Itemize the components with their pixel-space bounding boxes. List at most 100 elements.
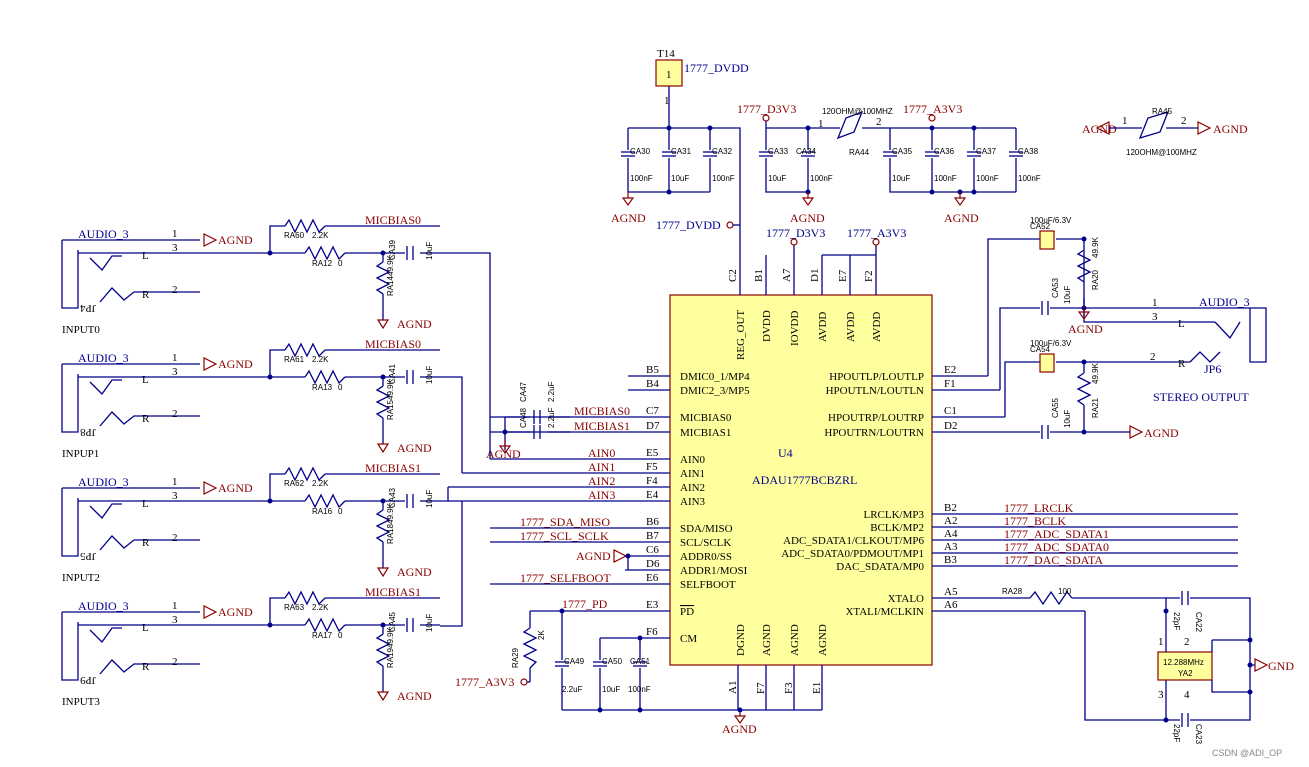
pin-num-b2: B2: [944, 502, 957, 514]
input-load-agnd-label: AGND: [397, 317, 432, 331]
pin-num-a6: A6: [944, 599, 958, 611]
net-label-ain3: AIN3: [588, 488, 615, 502]
cap-val-ca23: 22pF: [1172, 724, 1181, 742]
pin-name-xtali: XTALI/MCLKIN: [845, 606, 924, 618]
pin-name-dmic23: DMIC2_3/MP5: [680, 385, 750, 397]
input-pin-2: 2: [172, 656, 178, 668]
pin-num-f2: F2: [863, 270, 875, 282]
crystal-ref: YA2: [1178, 669, 1193, 678]
net-label-a3v3-ic: 1777_A3V3: [847, 226, 906, 240]
input-micbias-label: MICBIAS1: [365, 585, 421, 599]
crystal-pin-1: 1: [1158, 636, 1164, 648]
input-pin-l: L: [142, 498, 149, 510]
input-pin-2: 2: [172, 408, 178, 420]
cap-ref-ca36: CA36: [934, 147, 955, 156]
cap-ref-ca31: CA31: [671, 147, 692, 156]
cap-ca52: [1039, 230, 1055, 250]
cap-val-ca54: 100uF/6.3V: [1030, 339, 1072, 348]
ra45-pin-2: 2: [1181, 115, 1187, 127]
input-cap-val: 10uF: [425, 490, 434, 508]
ra45-pin-1: 1: [1122, 115, 1128, 127]
pin-num-a5: A5: [944, 586, 958, 598]
agnd-label-out-l: AGND: [1068, 322, 1103, 336]
ic-part: ADAU1777BCBZRL: [752, 473, 857, 487]
output-pin-1: 1: [1152, 297, 1158, 309]
cap-val-ca35: 10uF: [892, 174, 910, 183]
pin-name-pd: PD: [680, 606, 694, 618]
res-val-ra20: 49.9K: [1091, 236, 1100, 258]
input-pin-r: R: [142, 289, 150, 301]
gnd-tie-ra45: AGND AGND RA45 120OHM@100MHZ 1 2: [1082, 107, 1248, 157]
cap-ref-ca50: CA50: [602, 657, 623, 666]
input-pin-r: R: [142, 413, 150, 425]
pin-name-addr1: ADDR1/MOSI: [680, 565, 748, 577]
cap-ref-ca23: CA23: [1194, 724, 1203, 745]
cap-ref-ca37: CA37: [976, 147, 997, 156]
input-load-res-ref: RA18: [386, 523, 395, 544]
net-label-bclk: 1777_BCLK: [1004, 514, 1066, 528]
net-label-a3v3-top: 1777_A3V3: [903, 102, 962, 116]
input-load-res-val: 49.9K: [386, 378, 395, 400]
ic-ref: U4: [778, 446, 793, 460]
pin-name-scl: SCL/SCLK: [680, 537, 731, 549]
cap-val-ca48: 2.2uF: [547, 407, 556, 428]
pin-name-selfboot: SELFBOOT: [680, 579, 736, 591]
cap-val-ca30: 100nF: [630, 174, 653, 183]
pin-num-a7: A7: [781, 268, 793, 282]
pin-num-f4: F4: [646, 475, 658, 487]
pin-name-bclk: BCLK/MP2: [870, 522, 924, 534]
cap-val-ca53: 10uF: [1063, 286, 1072, 304]
agnd-label-addr: AGND: [576, 549, 611, 563]
input-load-res-val: 49.9K: [386, 502, 395, 524]
input-pin-1: 1: [172, 228, 178, 240]
pin-num-e3: E3: [646, 599, 659, 611]
pin-num-c1: C1: [944, 405, 957, 417]
pin-num-d1: D1: [809, 269, 821, 282]
input-load-res-val: 49.9K: [386, 626, 395, 648]
input-agnd-label: AGND: [218, 357, 253, 371]
res-ref-ra29: RA29: [511, 647, 520, 668]
cap-ref-ca48: CA48: [519, 407, 528, 428]
ferrite-ref-ra44: RA44: [849, 148, 870, 157]
pin-num-f3: F3: [783, 682, 795, 694]
cap-ref-ca33: CA33: [768, 147, 789, 156]
pin-name-avdd-3: AVDD: [871, 312, 883, 342]
cap-ref-ca51: CA51: [630, 657, 651, 666]
input-agnd-label: AGND: [218, 481, 253, 495]
pin-num-d7: D7: [646, 420, 660, 432]
output-pin-l: L: [1178, 318, 1185, 330]
res-val-ra21: 49.9K: [1091, 362, 1100, 384]
net-label-ain0: AIN0: [588, 446, 615, 460]
pin-name-hpoutlp: HPOUTLP/LOUTLP: [829, 371, 924, 383]
cap-ca54: [1039, 353, 1055, 373]
cap-val-ca38: 100nF: [1018, 174, 1041, 183]
net-label-adc0: 1777_ADC_SDATA0: [1004, 540, 1109, 554]
input-series-res-val: 0: [338, 631, 343, 640]
net-label-scl: 1777_SCL_SCLK: [520, 529, 609, 543]
input-pin-r: R: [142, 537, 150, 549]
input-jack-ref: JP5: [80, 550, 96, 562]
input-pin-2: 2: [172, 284, 178, 296]
input-bias-res-val: 2.2K: [312, 231, 329, 240]
input-channel-3: AUDIO_3 1 3 2 L R AGND MICBIAS1 RA63 2.2K RA17 0 AGN…: [61, 585, 440, 708]
net-label-dac: 1777_DAC_SDATA: [1004, 553, 1103, 567]
input-load-agnd-label: AGND: [397, 441, 432, 455]
input-series-res-ref: RA16: [312, 507, 333, 516]
pin-num-e2: E2: [944, 364, 956, 376]
output-pin-r: R: [1178, 358, 1186, 370]
ferrite-value-ra45: 120OHM@100MHZ: [1126, 148, 1197, 157]
cap-ref-ca53: CA53: [1051, 277, 1060, 298]
pin-num-e4: E4: [646, 489, 659, 501]
input-cap-val: 10uF: [425, 366, 434, 384]
input-series-res-ref: RA12: [312, 259, 333, 268]
input-agnd-label: AGND: [218, 605, 253, 619]
input-load-agnd-label: AGND: [397, 689, 432, 703]
cap-val-ca52: 100uF/6.3V: [1030, 216, 1072, 225]
input-pin-l: L: [142, 374, 149, 386]
net-label-ain2: AIN2: [588, 474, 615, 488]
pin-num-d2: D2: [944, 420, 957, 432]
agnd-label-micbias: AGND: [486, 447, 521, 461]
input-cap-val: 10uF: [425, 614, 434, 632]
input-bias-res-val: 2.2K: [312, 479, 329, 488]
input-pin-2: 2: [172, 532, 178, 544]
